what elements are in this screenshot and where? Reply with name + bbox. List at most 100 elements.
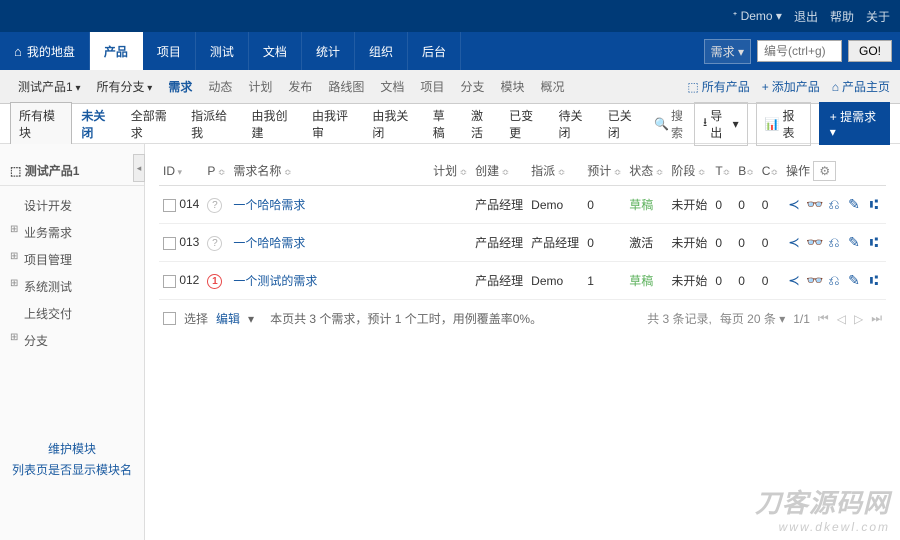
report-button[interactable]: 📊报表 xyxy=(756,102,811,146)
next-page-icon[interactable]: ▷ xyxy=(854,312,863,326)
story-link[interactable]: 一个测试的需求 xyxy=(233,274,317,288)
maintain-module-link[interactable]: 维护模块 xyxy=(0,438,144,459)
filter-created-by-me[interactable]: 由我创建 xyxy=(245,107,303,141)
filter-all[interactable]: 全部需求 xyxy=(124,107,182,141)
col-id[interactable]: ID ▾ xyxy=(159,156,203,186)
product-home-link[interactable]: ⌂产品主页 xyxy=(832,78,890,95)
nav-project[interactable]: 项目 xyxy=(143,32,196,70)
subnav-dynamic[interactable]: 动态 xyxy=(200,78,240,95)
product-selector[interactable]: 测试产品1 xyxy=(10,74,89,99)
decompose-icon[interactable]: ⎌ xyxy=(826,196,842,213)
show-module-name-link[interactable]: 列表页是否显示模块名 xyxy=(0,459,144,480)
col-pri[interactable]: P ≎ xyxy=(203,156,229,186)
filter-bar: 所有模块 未关闭 全部需求 指派给我 由我创建 由我评审 由我关闭 草稿 激活 … xyxy=(0,104,900,144)
sidebar-title[interactable]: ⬚ 测试产品1 xyxy=(0,156,144,186)
row-checkbox[interactable] xyxy=(163,237,176,250)
submit-story-button[interactable]: + 提需求 ▾ xyxy=(819,102,890,145)
batch-edit-button[interactable]: 编辑 xyxy=(216,310,240,327)
change-icon[interactable]: ≺ xyxy=(786,234,802,251)
nav-test[interactable]: 测试 xyxy=(196,32,249,70)
subnav-branch[interactable]: 分支 xyxy=(452,78,492,95)
first-page-icon[interactable]: ⏮ xyxy=(818,311,829,326)
tree-node[interactable]: 业务需求 xyxy=(10,219,134,246)
sidebar: ◂ ⬚ 测试产品1 设计开发 业务需求 项目管理 系统测试 上线交付 分支 维护… xyxy=(0,144,145,540)
help-link[interactable]: 帮助 xyxy=(830,8,854,25)
filter-not-closed[interactable]: 未关闭 xyxy=(74,107,121,141)
col-plan[interactable]: 计划 ≎ xyxy=(429,156,471,186)
subnav-project[interactable]: 项目 xyxy=(412,78,452,95)
edit-icon[interactable]: ✎ xyxy=(846,196,862,213)
story-link[interactable]: 一个哈哈需求 xyxy=(233,198,305,212)
about-link[interactable]: 关于 xyxy=(866,8,890,25)
logout-link[interactable]: 退出 xyxy=(794,8,818,25)
search-input[interactable] xyxy=(757,40,842,62)
decompose-icon[interactable]: ⎌ xyxy=(826,272,842,289)
last-page-icon[interactable]: ⏭ xyxy=(871,311,882,326)
filter-pending-close[interactable]: 待关闭 xyxy=(551,107,598,141)
edit-icon[interactable]: ✎ xyxy=(846,272,862,289)
subnav-plan[interactable]: 计划 xyxy=(240,78,280,95)
tree-node[interactable]: 分支 xyxy=(10,327,134,354)
subnav-doc[interactable]: 文档 xyxy=(372,78,412,95)
sidebar-toggle[interactable]: ◂ xyxy=(133,154,145,182)
branch-selector[interactable]: 所有分支 xyxy=(89,74,161,99)
edit-icon[interactable]: ✎ xyxy=(846,234,862,251)
per-page-select[interactable]: 每页 20 条 ▾ xyxy=(720,310,785,327)
col-c[interactable]: C≎ xyxy=(758,156,782,186)
gear-icon[interactable]: ⚙ xyxy=(813,161,836,181)
search-type-select[interactable]: 需求 ▾ xyxy=(704,39,751,64)
col-t[interactable]: T≎ xyxy=(711,156,734,186)
review-icon[interactable]: 👓 xyxy=(806,272,822,289)
nav-doc[interactable]: 文档 xyxy=(249,32,302,70)
decompose-icon[interactable]: ⎌ xyxy=(826,234,842,251)
change-icon[interactable]: ≺ xyxy=(786,196,802,213)
nav-my-dashboard[interactable]: ⌂ 我的地盘 xyxy=(0,32,90,70)
subnav-overview[interactable]: 概况 xyxy=(532,78,572,95)
nav-org[interactable]: 组织 xyxy=(355,32,408,70)
filter-active[interactable]: 激活 xyxy=(464,107,500,141)
change-icon[interactable]: ≺ xyxy=(786,272,802,289)
col-stage[interactable]: 阶段 ≎ xyxy=(667,156,711,186)
nav-product[interactable]: 产品 xyxy=(90,32,143,70)
review-icon[interactable]: 👓 xyxy=(806,234,822,251)
filter-assigned-to-me[interactable]: 指派给我 xyxy=(184,107,242,141)
col-status[interactable]: 状态 ≎ xyxy=(625,156,667,186)
subnav-roadmap[interactable]: 路线图 xyxy=(320,78,372,95)
filter-closed[interactable]: 已关闭 xyxy=(601,107,648,141)
search-toggle[interactable]: 🔍搜索 xyxy=(654,107,692,141)
col-name[interactable]: 需求名称 ≎ xyxy=(229,156,429,186)
nav-admin[interactable]: 后台 xyxy=(408,32,461,70)
col-est[interactable]: 预计 ≎ xyxy=(583,156,625,186)
col-assign[interactable]: 指派 ≎ xyxy=(527,156,583,186)
subnav-module[interactable]: 模块 xyxy=(492,78,532,95)
prev-page-icon[interactable]: ◁ xyxy=(837,312,846,326)
tree-node[interactable]: 系统测试 xyxy=(10,273,134,300)
filter-draft[interactable]: 草稿 xyxy=(426,107,462,141)
all-products-link[interactable]: ⬚所有产品 xyxy=(687,78,749,95)
split-icon[interactable]: ⑆ xyxy=(866,196,882,213)
row-checkbox[interactable] xyxy=(163,275,176,288)
row-checkbox[interactable] xyxy=(163,199,176,212)
all-modules-button[interactable]: 所有模块 xyxy=(10,102,72,146)
subnav-story[interactable]: 需求 xyxy=(160,78,200,95)
tree-node[interactable]: 项目管理 xyxy=(10,246,134,273)
user-menu[interactable]: ᕀ Demo ▾ xyxy=(733,9,782,23)
filter-reviewed-by-me[interactable]: 由我评审 xyxy=(305,107,363,141)
subnav-release[interactable]: 发布 xyxy=(280,78,320,95)
select-all-checkbox[interactable] xyxy=(163,312,176,325)
filter-closed-by-me[interactable]: 由我关闭 xyxy=(365,107,423,141)
export-button[interactable]: ⭳导出 ▾ xyxy=(694,102,748,146)
tree-node[interactable]: 上线交付 xyxy=(10,300,134,327)
go-button[interactable]: GO! xyxy=(848,40,892,62)
nav-stats[interactable]: 统计 xyxy=(302,32,355,70)
split-icon[interactable]: ⑆ xyxy=(866,272,882,289)
review-icon[interactable]: 👓 xyxy=(806,196,822,213)
filter-changed[interactable]: 已变更 xyxy=(502,107,549,141)
add-product-link[interactable]: +添加产品 xyxy=(762,78,820,95)
col-b[interactable]: B≎ xyxy=(734,156,758,186)
col-create[interactable]: 创建 ≎ xyxy=(471,156,527,186)
split-icon[interactable]: ⑆ xyxy=(866,234,882,251)
select-label: 选择 xyxy=(184,310,208,327)
story-link[interactable]: 一个哈哈需求 xyxy=(233,236,305,250)
tree-node[interactable]: 设计开发 xyxy=(10,192,134,219)
